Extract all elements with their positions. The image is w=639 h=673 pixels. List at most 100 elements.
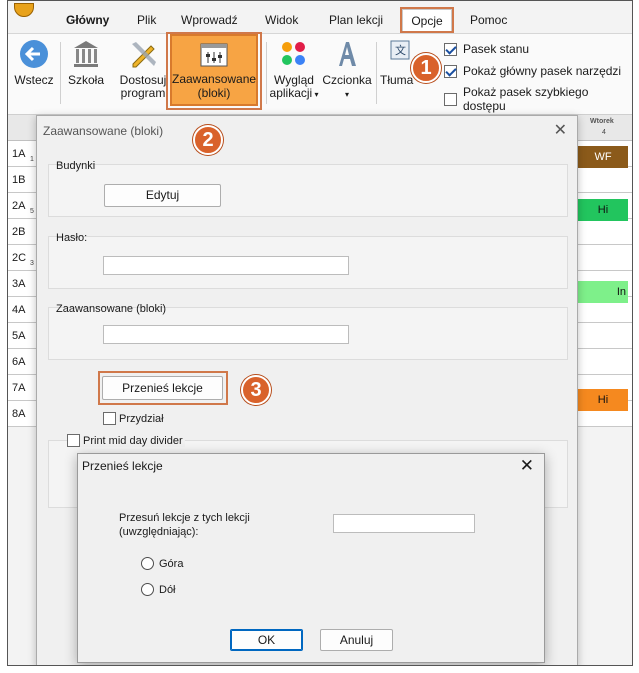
- app-logo-icon: [14, 3, 34, 17]
- back-button[interactable]: Wstecz: [14, 38, 54, 87]
- move-dialog-title: Przenieś lekcje: [82, 459, 163, 473]
- checkbox-checked[interactable]: [444, 42, 457, 56]
- lesson-cell[interactable]: In: [578, 281, 628, 303]
- pencil-ruler-icon: [132, 42, 156, 68]
- ribbon-separator: [376, 42, 377, 104]
- lesson-cell[interactable]: Hi: [578, 199, 628, 221]
- appearance-button[interactable]: Wygląd aplikacji ▾: [266, 38, 322, 101]
- font-label: Czcionka: [322, 73, 372, 87]
- school-building-icon: [74, 41, 98, 67]
- edit-button[interactable]: Edytuj: [104, 184, 221, 207]
- class-label: 2C: [12, 252, 27, 264]
- main-toolbar-checkbox[interactable]: Pokaż główny pasek narzędzi: [444, 64, 621, 78]
- appearance-label-2: aplikacji: [269, 86, 313, 100]
- day-label: Wtorek: [590, 118, 614, 125]
- dropdown-arrow-icon: ▾: [312, 90, 319, 99]
- school-button[interactable]: Szkoła: [66, 38, 106, 87]
- advanced-label-2: (bloki): [197, 86, 231, 100]
- lesson-range-field[interactable]: [333, 514, 475, 533]
- customize-label-1: Dostosuj: [119, 73, 167, 87]
- assign-label: Przydział: [119, 412, 164, 425]
- down-label: Dół: [159, 583, 176, 596]
- quick-access-checkbox[interactable]: Pokaż pasek szybkiego dostępu: [444, 85, 632, 113]
- class-label: 3A: [12, 278, 26, 290]
- ribbon-tabs: Główny Plik Wprowadź Widok Plan lekcji O…: [8, 3, 632, 33]
- step-badge-2: 2: [193, 125, 223, 155]
- sliders-window-icon: [200, 43, 228, 67]
- advanced-blocks-label: Zaawansowane (bloki): [56, 303, 167, 315]
- checkbox-unchecked[interactable]: [103, 412, 116, 425]
- school-label: Szkoła: [67, 73, 105, 87]
- class-sub: 3: [30, 260, 34, 267]
- class-label: 2B: [12, 226, 26, 238]
- translate-icon: 文: [390, 40, 410, 60]
- assign-checkbox[interactable]: Przydział: [103, 412, 164, 425]
- app-window: Główny Plik Wprowadź Widok Plan lekcji O…: [7, 0, 633, 666]
- tab-pomoc[interactable]: Pomoc: [470, 13, 507, 27]
- tab-glowny[interactable]: Główny: [66, 13, 109, 27]
- move-prompt-line-1: Przesuń lekcje z tych lekcji: [119, 512, 250, 524]
- checkbox-label: Pokaż pasek szybkiego dostępu: [462, 85, 589, 113]
- status-bar-checkbox[interactable]: Pasek stanu: [444, 42, 529, 56]
- checkbox-label: Pokaż główny pasek narzędzi: [463, 64, 622, 78]
- move-lessons-button[interactable]: Przenieś lekcje: [102, 376, 223, 400]
- down-radio[interactable]: Dół: [141, 583, 176, 596]
- class-label: 5A: [12, 330, 26, 342]
- move-prompt-line-2: (uwzględniając):: [119, 526, 199, 538]
- color-palette-icon: [282, 42, 305, 65]
- password-field[interactable]: [103, 256, 349, 275]
- close-icon[interactable]: ✕: [520, 456, 534, 476]
- tab-plik[interactable]: Plik: [137, 13, 156, 27]
- customize-button[interactable]: Dostosuj program: [118, 38, 168, 100]
- opcje-highlight: [400, 7, 454, 33]
- back-arrow-icon: [20, 40, 48, 68]
- class-label: 8A: [12, 408, 26, 420]
- advanced-blocks-button[interactable]: Zaawansowane (bloki): [170, 34, 258, 106]
- buildings-label: Budynki: [56, 160, 96, 172]
- checkbox-label: Pasek stanu: [463, 42, 530, 56]
- radio-button[interactable]: [141, 557, 154, 570]
- class-label: 2A: [12, 200, 26, 212]
- step-badge-1: 1: [411, 53, 441, 83]
- customize-label-2: program: [120, 86, 166, 100]
- lesson-cell[interactable]: WF: [578, 146, 628, 168]
- class-label: 1B: [12, 174, 26, 186]
- ribbon-separator: [60, 42, 61, 104]
- move-lessons-dialog: Przenieś lekcje ✕ Przesuń lekcje z tych …: [77, 453, 545, 663]
- class-label: 7A: [12, 382, 26, 394]
- dropdown-arrow-icon: ▾: [344, 90, 349, 99]
- checkbox-checked[interactable]: [444, 64, 457, 78]
- tab-widok[interactable]: Widok: [265, 13, 298, 27]
- move-prompt: Przesuń lekcje z tych lekcji (uwzględnia…: [119, 511, 250, 539]
- translate-label: Tłuma: [380, 73, 414, 87]
- class-label: 6A: [12, 356, 26, 368]
- divider-checkbox[interactable]: Print mid day divider: [67, 434, 185, 447]
- back-label: Wstecz: [14, 73, 54, 87]
- advanced-label-1: Zaawansowane: [172, 72, 257, 86]
- appearance-label-1: Wygląd: [274, 73, 314, 87]
- checkbox-unchecked[interactable]: [444, 92, 457, 106]
- lesson-cell[interactable]: Hi: [578, 389, 628, 411]
- class-sub: 5: [30, 208, 34, 215]
- cancel-button[interactable]: Anuluj: [320, 629, 393, 651]
- divider-label: Print mid day divider: [83, 434, 183, 447]
- advanced-dialog-title: Zaawansowane (bloki): [43, 124, 164, 138]
- password-label: Hasło:: [56, 232, 88, 244]
- ribbon: Wstecz Szkoła Dostosuj program Zaawansow…: [8, 32, 632, 115]
- ok-button[interactable]: OK: [230, 629, 303, 651]
- close-icon[interactable]: ✕: [554, 120, 567, 140]
- advanced-blocks-field[interactable]: [103, 325, 349, 344]
- up-radio[interactable]: Góra: [141, 557, 183, 570]
- radio-button[interactable]: [141, 583, 154, 596]
- tab-plan-lekcji[interactable]: Plan lekcji: [329, 13, 383, 27]
- up-label: Góra: [159, 557, 184, 570]
- tab-wprowadz[interactable]: Wprowadź: [181, 13, 238, 27]
- period-label: 4: [602, 129, 606, 136]
- font-letter-icon: [339, 42, 356, 66]
- class-label: 1A: [12, 148, 26, 160]
- font-button[interactable]: Czcionka ▾: [322, 38, 372, 101]
- checkbox-unchecked[interactable]: [67, 434, 80, 447]
- step-badge-3: 3: [241, 375, 271, 405]
- class-sub: 1: [30, 156, 34, 163]
- class-label: 4A: [12, 304, 26, 316]
